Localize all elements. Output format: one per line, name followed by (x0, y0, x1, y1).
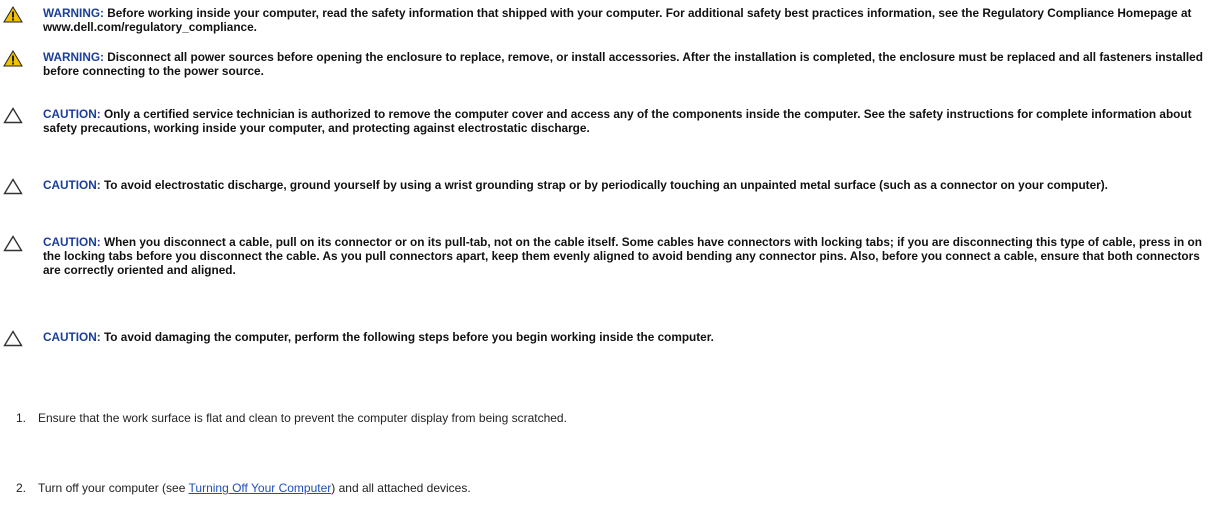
notice-text: CAUTION: To avoid damaging the computer,… (43, 330, 1208, 344)
notice-label: WARNING: (43, 6, 104, 20)
list-item: 1. Ensure that the work surface is flat a… (16, 411, 567, 425)
caution-icon (3, 330, 43, 352)
warning-notice: WARNING: Disconnect all power sources be… (3, 50, 1208, 78)
list-item: 2. Turn off your computer (see Turning Of… (16, 481, 471, 495)
caution-notice: CAUTION: To avoid damaging the computer,… (3, 330, 1208, 352)
caution-icon (3, 107, 43, 129)
caution-icon (3, 235, 43, 257)
step-number: 2. (16, 481, 27, 495)
notice-text: CAUTION: To avoid electrostatic discharg… (43, 178, 1208, 192)
step-text-after: ) and all attached devices. (331, 481, 471, 495)
notice-text: CAUTION: Only a certified service techni… (43, 107, 1208, 135)
caution-notice: CAUTION: To avoid electrostatic discharg… (3, 178, 1208, 200)
notice-label: CAUTION: (43, 330, 101, 344)
caution-icon (3, 178, 43, 200)
step-text-before: Turn off your computer (see (38, 481, 189, 495)
notice-text: WARNING: Before working inside your comp… (43, 6, 1208, 34)
turning-off-computer-link[interactable]: Turning Off Your Computer (189, 481, 332, 495)
notice-text: CAUTION: When you disconnect a cable, pu… (43, 235, 1208, 277)
notice-body: Disconnect all power sources before open… (43, 50, 1203, 78)
notice-body: When you disconnect a cable, pull on its… (43, 235, 1202, 277)
step-text: Ensure that the work surface is flat and… (38, 411, 567, 425)
notice-label: WARNING: (43, 50, 104, 64)
notice-body: Only a certified service technician is a… (43, 107, 1192, 135)
notice-label: CAUTION: (43, 235, 101, 249)
notice-body: To avoid damaging the computer, perform … (100, 330, 714, 344)
warning-icon (3, 50, 43, 72)
notice-body: To avoid electrostatic discharge, ground… (100, 178, 1108, 192)
caution-notice: CAUTION: When you disconnect a cable, pu… (3, 235, 1208, 277)
page: WARNING: Before working inside your comp… (0, 0, 1215, 508)
warning-notice: WARNING: Before working inside your comp… (3, 6, 1208, 34)
caution-notice: CAUTION: Only a certified service techni… (3, 107, 1208, 135)
step-number: 1. (16, 411, 27, 425)
notice-label: CAUTION: (43, 178, 101, 192)
notice-body: Before working inside your computer, rea… (43, 6, 1192, 34)
warning-icon (3, 6, 43, 28)
notice-label: CAUTION: (43, 107, 101, 121)
notice-text: WARNING: Disconnect all power sources be… (43, 50, 1208, 78)
